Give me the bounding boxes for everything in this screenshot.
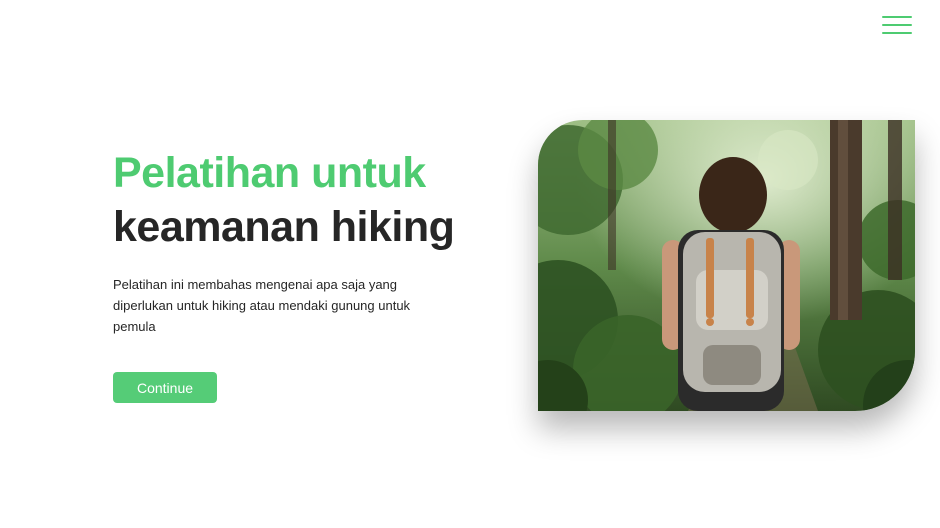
hero-title-main: keamanan hiking (113, 203, 455, 251)
menu-icon-bar (882, 24, 912, 26)
hero-description: Pelatihan ini membahas mengenai apa saja… (113, 277, 411, 334)
hero-image (538, 120, 915, 411)
hero-title-accent: Pelatihan untuk (113, 149, 426, 197)
menu-icon[interactable] (882, 14, 912, 36)
menu-icon-bar (882, 16, 912, 18)
menu-icon-bar (882, 32, 912, 34)
hiker-forest-illustration (538, 120, 915, 411)
hero-title: Pelatihan untuk keamanan hiking (113, 146, 455, 254)
continue-button[interactable]: Continue (113, 372, 217, 403)
